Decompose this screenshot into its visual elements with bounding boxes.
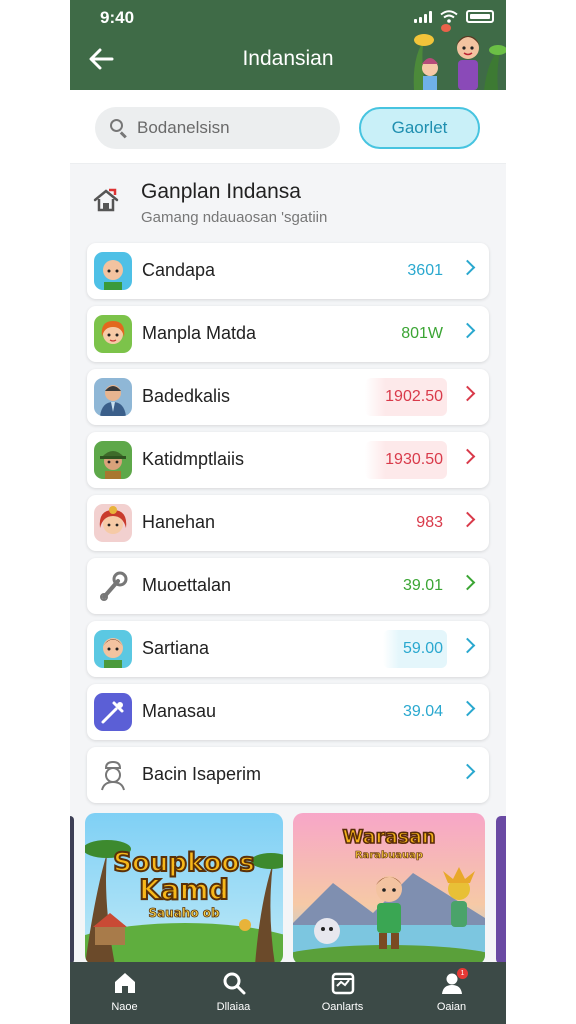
avatar-boy-icon [94, 252, 132, 290]
list-item[interactable]: Muoettalan 39.01 [87, 558, 489, 614]
search-icon [109, 118, 129, 139]
list-item[interactable]: Manasau 39.04 [87, 684, 489, 740]
list-item-value [423, 756, 447, 794]
list-item-value: 1930.50 [365, 441, 447, 479]
nav-label: Oanlarts [321, 1001, 364, 1013]
tools-icon [94, 693, 132, 731]
list-item-value: 801W [401, 325, 443, 342]
chevron-right-icon [459, 259, 476, 276]
banner-2-title-line2: Rarabuauap [355, 850, 423, 861]
list-item-value: 3601 [407, 262, 443, 279]
banner-2-title-line1: Warasan [343, 826, 436, 848]
nav-label: Dllaiaa [216, 1001, 251, 1013]
status-time: 9:40 [100, 8, 135, 27]
list-item-label: Katidmptlaiis [142, 449, 245, 469]
section-subtitle: Gamang ndauaosan 'sgatiin [141, 209, 328, 226]
app-screen: 9:40 Indansian Bodanelsisn Gaorlet Ganpl… [70, 0, 506, 1024]
list-item-value: 39.04 [402, 703, 443, 720]
home-icon [114, 973, 135, 993]
avatar-hat-boy-icon [94, 441, 132, 479]
list-item[interactable]: Bacin Isaperim [87, 747, 489, 803]
chevron-right-icon [459, 763, 476, 780]
avatar-girl-icon [94, 315, 132, 353]
list-item-label: Muoettalan [142, 575, 232, 595]
chevron-right-icon [459, 385, 476, 402]
promo-banner-2[interactable]: Warasan Rarabuauap [293, 813, 485, 965]
list-item-label: Bacin Isaperim [142, 764, 262, 784]
section-header: Ganplan Indansa Gamang ndauaosan 'sgatii… [88, 176, 488, 232]
banner-1-title-line3: Sauaho ob [148, 906, 220, 920]
nav-label: Oaian [436, 1001, 467, 1013]
avatar-man-icon [94, 378, 132, 416]
list-item-value: 983 [416, 514, 443, 531]
list-item-value: 1902.50 [365, 378, 447, 416]
list-item[interactable]: Candapa 3601 [87, 243, 489, 299]
list-item[interactable]: Katidmptlaiis 1930.50 [87, 432, 489, 488]
header-illustration [413, 24, 506, 90]
nav-search[interactable]: Dllaiaa [179, 962, 288, 1024]
chef-icon [94, 756, 132, 794]
house-icon [93, 188, 119, 212]
search-field[interactable] [95, 107, 340, 149]
chevron-right-icon [459, 637, 476, 654]
bottom-navigation: Naoe Dllaiaa Oanlarts 1 Oaian [70, 962, 506, 1024]
avatar-boy-icon [94, 630, 132, 668]
action-button[interactable]: Gaorlet [359, 107, 480, 149]
list-item[interactable]: Manpla Matda 801W [87, 306, 489, 362]
list-item-label: Manasau [142, 701, 217, 721]
app-header: 9:40 Indansian [70, 0, 506, 90]
chevron-right-icon [459, 511, 476, 528]
avatar-girl-red-icon [94, 504, 132, 542]
section-title: Ganplan Indansa [141, 180, 301, 203]
banner-peek-left[interactable] [70, 816, 74, 964]
list-item[interactable]: Sartiana 59.00 [87, 621, 489, 677]
nav-label: Naoe [111, 1001, 138, 1013]
nav-calendar[interactable]: Oanlarts [288, 962, 397, 1024]
chevron-right-icon [459, 322, 476, 339]
chevron-right-icon [459, 448, 476, 465]
notification-badge: 1 [457, 968, 468, 979]
banner-1-title-line2: Kamd [139, 873, 229, 906]
list-item-value: 59.00 [382, 630, 447, 668]
search-bar-row: Gaorlet [70, 90, 506, 164]
nav-home[interactable]: Naoe [70, 962, 179, 1024]
calendar-icon [331, 972, 354, 995]
list-item-label: Hanehan [142, 512, 216, 532]
chevron-right-icon [459, 574, 476, 591]
list-item-label: Manpla Matda [142, 323, 257, 343]
list-item[interactable]: Badedkalis 1902.50 [87, 369, 489, 425]
promo-banner-1[interactable]: Soupkoos Kamd Sauaho ob [85, 813, 283, 965]
search-icon [223, 972, 245, 995]
search-input[interactable] [137, 118, 317, 138]
list-item-label: Candapa [142, 260, 216, 280]
nav-profile[interactable]: 1 Oaian [397, 962, 506, 1024]
wrench-icon [94, 567, 132, 605]
banner-peek-right[interactable] [496, 816, 506, 964]
chevron-right-icon [459, 700, 476, 717]
list-item-label: Sartiana [142, 638, 210, 658]
promo-banner-carousel: Soupkoos Kamd Sauaho ob Warasan Rarabuau… [70, 810, 506, 965]
list-item-label: Badedkalis [142, 386, 231, 406]
list-item[interactable]: Hanehan 983 [87, 495, 489, 551]
list-item-value: 39.01 [402, 577, 443, 594]
